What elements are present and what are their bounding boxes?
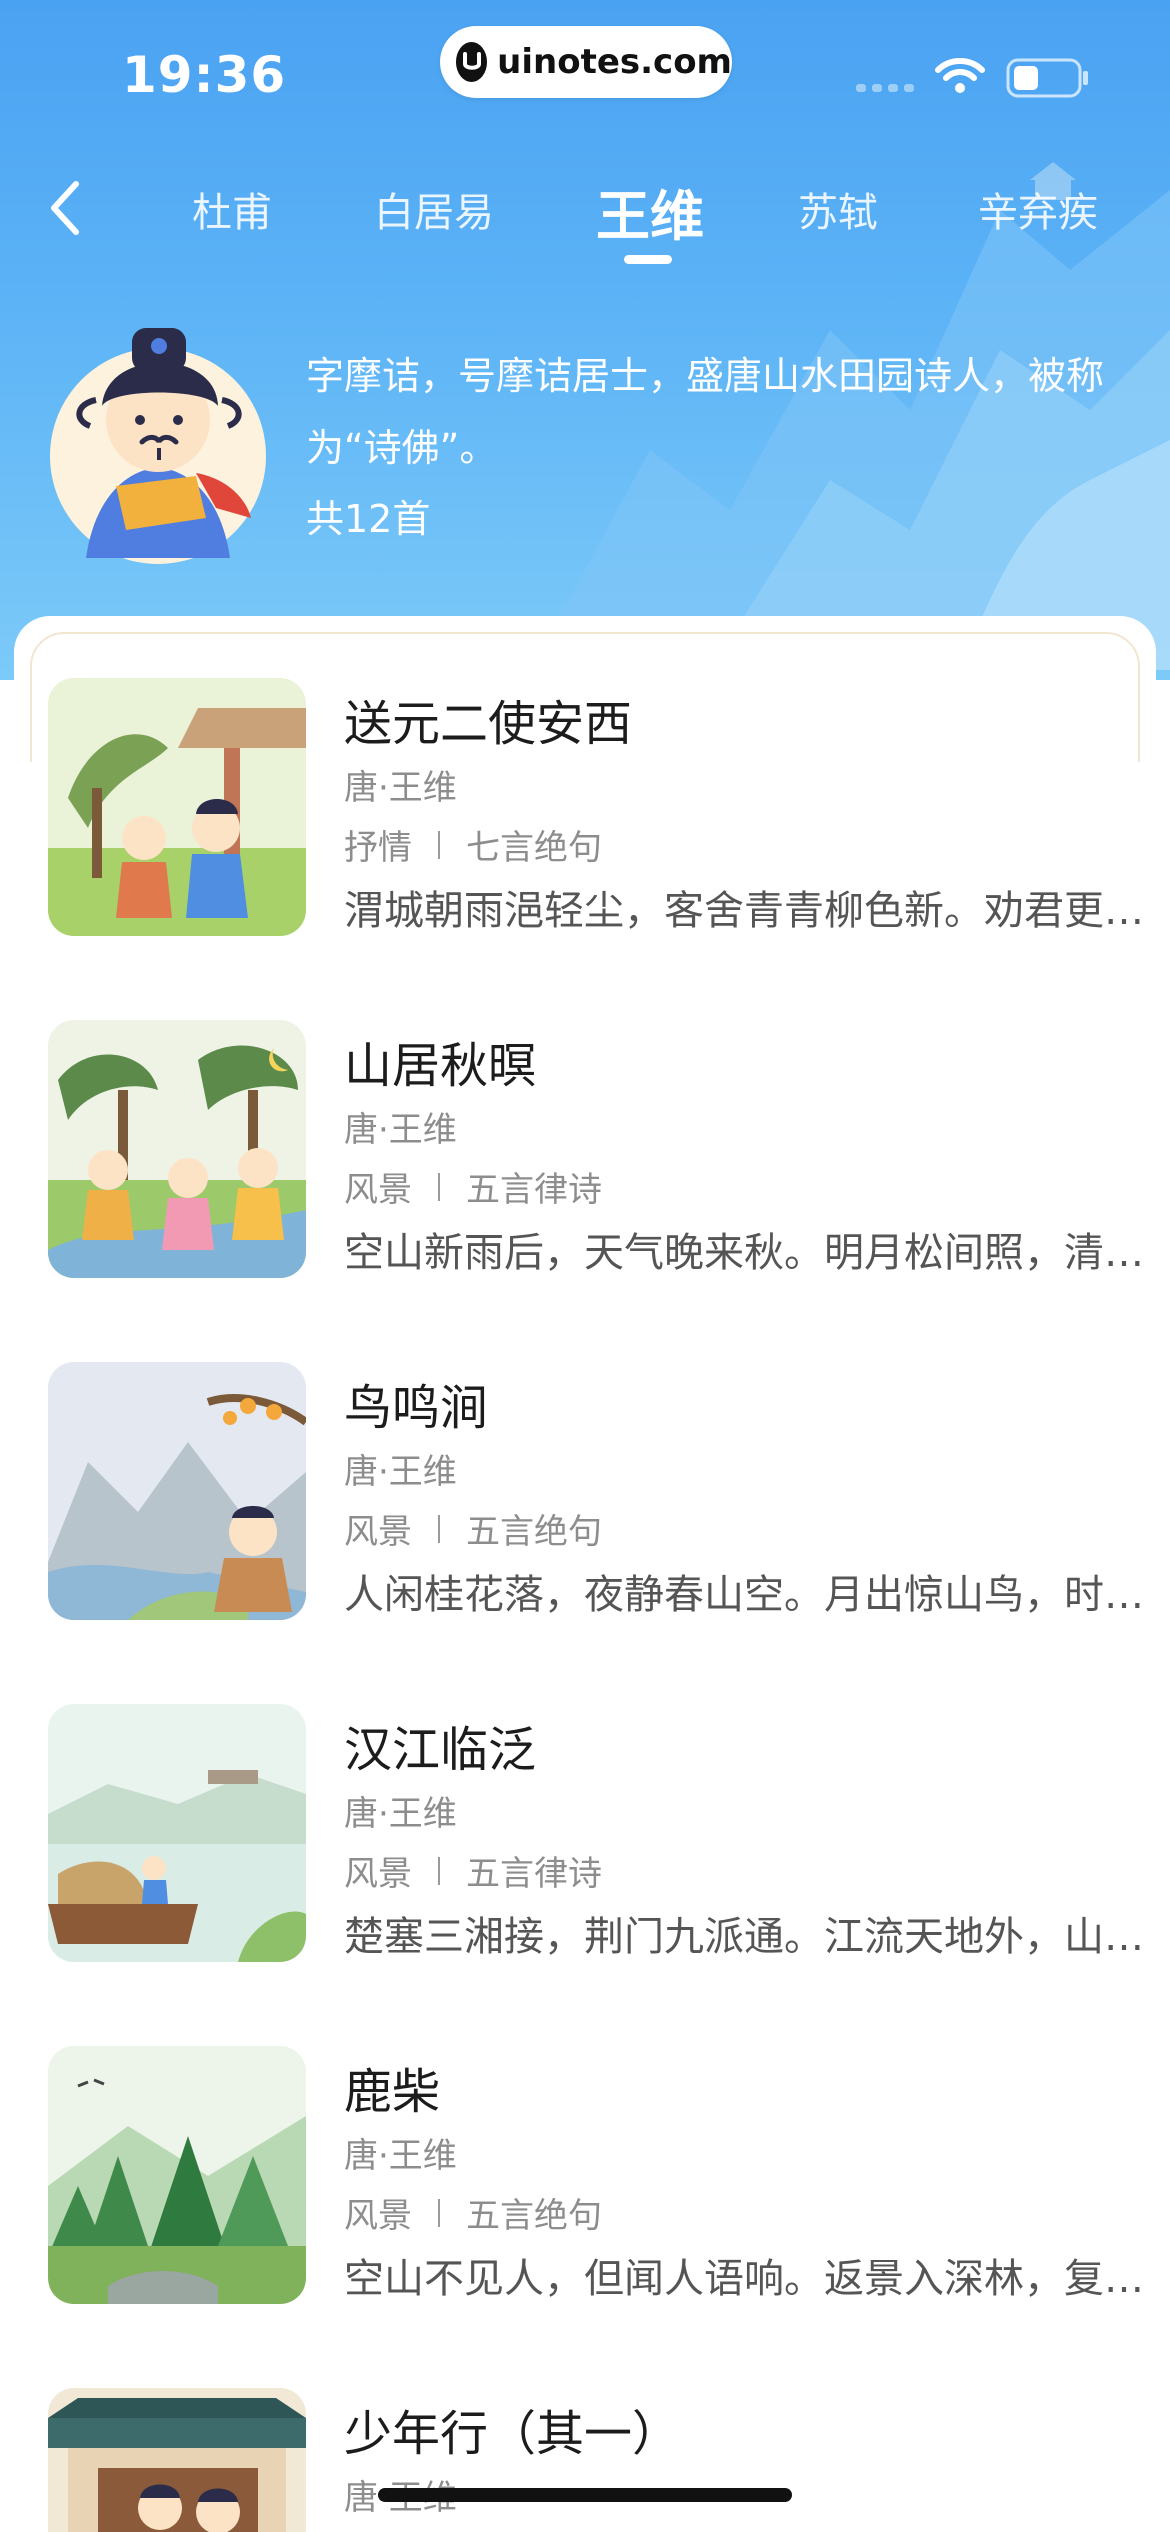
status-time: 19:36 bbox=[122, 46, 287, 104]
uinotes-logo-icon bbox=[456, 42, 488, 82]
poem-theme: 风景 bbox=[344, 1512, 412, 1552]
poem-item[interactable]: 送元二使安西 唐·王维 抒情 七言绝句 渭城朝雨浥轻尘，客舍青青柳色新。劝君更尽… bbox=[48, 678, 1144, 938]
poem-tags: 风景 五言律诗 bbox=[344, 1162, 602, 1211]
poet-avatar bbox=[50, 328, 266, 564]
poem-form: 五言绝句 bbox=[466, 2196, 602, 2236]
poem-excerpt: 渭城朝雨浥轻尘，客舍青青柳色新。劝君更尽一杯酒，西出阳关无故人。 bbox=[344, 888, 1144, 934]
back-arrow-icon[interactable] bbox=[36, 172, 92, 244]
poem-item[interactable]: 鸟鸣涧 唐·王维 风景 五言绝句 人闲桂花落，夜静春山空。月出惊山鸟，时鸣春涧中… bbox=[48, 1362, 1144, 1622]
cellular-signal-icon bbox=[856, 84, 914, 92]
poem-excerpt: 空山新雨后，天气晚来秋。明月松间照，清泉石上流。 bbox=[344, 1230, 1144, 1276]
poem-item[interactable]: 少年行（其一） 唐·王维 bbox=[48, 2388, 1128, 2532]
poem-thumbnail bbox=[48, 1362, 306, 1620]
poem-form: 五言绝句 bbox=[466, 1512, 602, 1552]
poem-excerpt: 楚塞三湘接，荆门九派通。江流天地外，山色有无中。 bbox=[344, 1914, 1144, 1960]
poem-title: 山居秋暝 bbox=[344, 1038, 537, 1094]
tag-divider bbox=[438, 1172, 440, 1201]
tag-divider bbox=[438, 830, 440, 859]
tab-sushi[interactable]: 苏轼 bbox=[798, 180, 878, 238]
tag-divider bbox=[438, 1856, 440, 1885]
poem-excerpt: 人闲桂花落，夜静春山空。月出惊山鸟，时鸣春涧中。 bbox=[344, 1572, 1144, 1618]
poem-form: 七言绝句 bbox=[466, 828, 602, 868]
tag-divider bbox=[438, 2198, 440, 2227]
tab-xinqiji[interactable]: 辛弃疾 bbox=[978, 180, 1098, 238]
wifi-icon bbox=[935, 58, 985, 93]
poem-title: 汉江临泛 bbox=[344, 1722, 537, 1778]
tag-divider bbox=[438, 1514, 440, 1543]
tab-baijuyi[interactable]: 白居易 bbox=[374, 180, 494, 238]
poem-thumbnail bbox=[48, 2046, 306, 2304]
poem-count: 共12首 bbox=[306, 497, 431, 541]
site-badge-text: uinotes.com bbox=[497, 42, 732, 82]
poem-item[interactable]: 鹿柴 唐·王维 风景 五言绝句 空山不见人，但闻人语响。返景入深林，复照青苔上。 bbox=[48, 2046, 1144, 2306]
poet-description: 字摩诘，号摩诘居士，盛唐山水田园诗人，被称为“诗佛”。 bbox=[306, 354, 1105, 470]
home-indicator[interactable] bbox=[378, 2488, 792, 2502]
poem-title: 送元二使安西 bbox=[344, 696, 633, 752]
poem-item[interactable]: 汉江临泛 唐·王维 风景 五言律诗 楚塞三湘接，荆门九派通。江流天地外，山色有无… bbox=[48, 1704, 1144, 1964]
poem-theme: 风景 bbox=[344, 2196, 412, 2236]
poem-author: 唐·王维 bbox=[344, 1452, 457, 1492]
poem-title: 少年行（其一） bbox=[344, 2406, 681, 2462]
poem-author: 唐·王维 bbox=[344, 2136, 457, 2176]
poem-tags: 风景 五言律诗 bbox=[344, 1846, 602, 1895]
poem-title: 鸟鸣涧 bbox=[344, 1380, 489, 1436]
poet-detail-screen: 19:36 uinotes.com 杜甫 白居易 王维 苏轼 辛弃疾 字摩诘，号… bbox=[0, 0, 1170, 2532]
poem-thumbnail bbox=[48, 1020, 306, 1278]
poem-author: 唐·王维 bbox=[344, 768, 457, 808]
poem-tags: 风景 五言绝句 bbox=[344, 2188, 602, 2237]
battery-icon bbox=[1006, 58, 1088, 98]
active-tab-indicator bbox=[624, 255, 672, 264]
poem-theme: 抒情 bbox=[344, 828, 412, 868]
poem-thumbnail bbox=[48, 2388, 306, 2532]
poem-theme: 风景 bbox=[344, 1170, 412, 1210]
poem-theme: 风景 bbox=[344, 1854, 412, 1894]
tab-dufu[interactable]: 杜甫 bbox=[192, 180, 272, 238]
poem-author: 唐·王维 bbox=[344, 1794, 457, 1834]
poem-thumbnail bbox=[48, 678, 306, 936]
site-badge: uinotes.com bbox=[440, 26, 732, 98]
poem-title: 鹿柴 bbox=[344, 2064, 441, 2120]
poem-author: 唐·王维 bbox=[344, 1110, 457, 1150]
poem-tags: 抒情 七言绝句 bbox=[344, 820, 602, 869]
poem-excerpt: 空山不见人，但闻人语响。返景入深林，复照青苔上。 bbox=[344, 2256, 1144, 2302]
poem-form: 五言律诗 bbox=[466, 1170, 602, 1210]
tab-wangwei[interactable]: 王维 bbox=[596, 172, 704, 251]
poem-thumbnail bbox=[48, 1704, 306, 1962]
poem-item[interactable]: 山居秋暝 唐·王维 风景 五言律诗 空山新雨后，天气晚来秋。明月松间照，清泉石上… bbox=[48, 1020, 1144, 1280]
poem-tags: 风景 五言绝句 bbox=[344, 1504, 602, 1553]
poem-form: 五言律诗 bbox=[466, 1854, 602, 1894]
